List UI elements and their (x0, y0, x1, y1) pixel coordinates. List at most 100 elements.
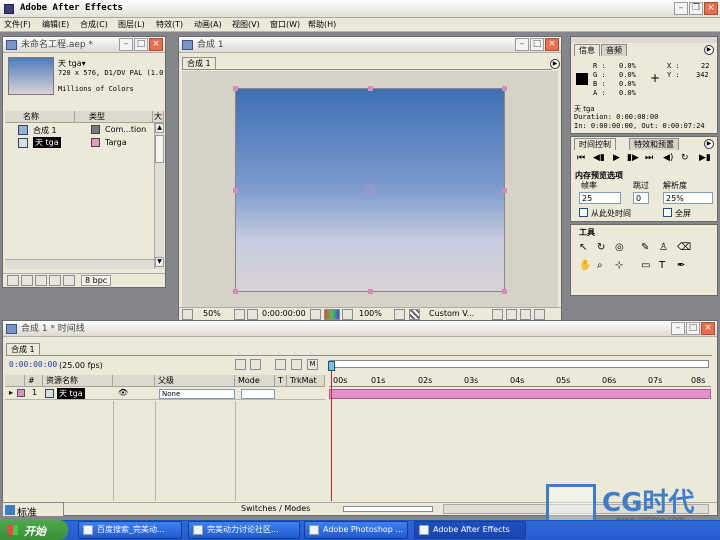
close-button[interactable]: × (704, 2, 718, 15)
play-icon[interactable]: ▶ (613, 153, 620, 163)
orbit-camera-tool-icon[interactable]: ◎ (615, 242, 624, 253)
menu-window[interactable]: 窗口(W) (270, 19, 300, 30)
timeline-close-button[interactable]: × (701, 322, 715, 335)
project-horizontal-scrollbar[interactable] (5, 259, 154, 269)
menu-edit[interactable]: 编辑(E) (42, 19, 69, 30)
menu-layer[interactable]: 图层(L) (118, 19, 145, 30)
layer-duration-bar[interactable] (329, 389, 711, 399)
menu-file[interactable]: 文件(F) (4, 19, 31, 30)
tab-info[interactable]: 信息 (574, 44, 600, 56)
rotation-tool-icon[interactable]: ↻ (597, 242, 605, 253)
timeline-maximize-button[interactable]: □ (686, 322, 700, 335)
tab-effects-presets[interactable]: 特效和预置 (629, 138, 679, 150)
selection-handle[interactable] (368, 289, 373, 294)
next-frame-icon[interactable]: ▮▶ (627, 153, 639, 163)
expand-arrow-icon[interactable]: ▸ (9, 388, 13, 397)
motion-blur-icon[interactable] (291, 359, 302, 370)
channel-icon[interactable] (324, 309, 340, 320)
tab-audio[interactable]: 音频 (601, 44, 627, 56)
comp-marker-icon[interactable] (235, 359, 246, 370)
switches-modes-toggle[interactable]: Switches / Modes (241, 504, 310, 513)
taskbar-item-forum[interactable]: 完美动力讨论社区... (188, 521, 300, 539)
menu-effect[interactable]: 特效(T) (156, 19, 183, 30)
selection-handle[interactable] (233, 289, 238, 294)
loop-icon[interactable]: ↻ (681, 153, 689, 163)
col-trkmat-header[interactable]: TrkMat (287, 375, 325, 387)
table-row[interactable]: ▸ 1 天 tga 👁 None (5, 388, 325, 400)
snapshot-icon[interactable] (247, 309, 258, 320)
selection-handle[interactable] (502, 86, 507, 91)
comp-minimize-button[interactable]: – (515, 38, 529, 51)
time-ruler[interactable]: 00s 01s 02s 03s 04s 05s 06s 07s 08s (329, 375, 711, 387)
zoom-slider[interactable] (343, 506, 433, 512)
col-name-header[interactable]: 名称 (5, 111, 75, 123)
current-time-display[interactable]: 0:00:00:00 (262, 309, 306, 318)
eraser-tool-icon[interactable]: ⌫ (677, 242, 691, 253)
comp-options-icon[interactable]: ▶ (550, 59, 560, 69)
col-mode-header[interactable]: Mode (235, 375, 275, 387)
col-parent-header[interactable]: 父级 (155, 375, 235, 387)
region-of-interest-icon[interactable] (394, 309, 405, 320)
first-frame-icon[interactable]: ⏮ (577, 153, 585, 163)
resolution-dropdown[interactable]: 100% (359, 309, 382, 318)
current-time-indicator[interactable] (331, 361, 332, 501)
minimize-button[interactable]: – (674, 2, 688, 15)
composition-frame[interactable] (233, 86, 507, 294)
col-size-header[interactable]: 大 (153, 111, 164, 123)
project-maximize-button[interactable]: □ (134, 38, 148, 51)
checkerboard-icon[interactable] (409, 309, 420, 320)
timeline-timecode[interactable]: 0:00:00:00 (9, 360, 57, 369)
taskbar-item-photoshop[interactable]: Adobe Photoshop ... (304, 521, 408, 539)
list-item[interactable]: 天 tga Targa (5, 137, 153, 149)
list-item[interactable]: 合成 1 Com...tion (5, 124, 153, 136)
view-layout-icon[interactable] (492, 309, 503, 320)
zoom-dropdown[interactable]: 50% (203, 309, 221, 318)
pan-behind-tool-icon[interactable]: ⊹ (615, 260, 623, 271)
flowchart-icon[interactable] (534, 309, 545, 320)
brush-tool-icon[interactable]: ✎ (641, 242, 649, 253)
find-icon[interactable] (7, 275, 19, 286)
draft-3d-icon[interactable]: M (307, 359, 318, 370)
last-frame-icon[interactable]: ⏭ (645, 153, 653, 163)
pen-tool-icon[interactable]: ✒ (677, 260, 685, 271)
from-current-time-checkbox[interactable] (579, 208, 588, 217)
menu-composition[interactable]: 合成(C) (80, 19, 108, 30)
comp-close-button[interactable]: × (545, 38, 559, 51)
camera-icon[interactable] (310, 309, 321, 320)
selection-handle[interactable] (502, 188, 507, 193)
taskbar-item-baidu[interactable]: 百度搜索_完美动... (78, 521, 182, 539)
fullscreen-checkbox[interactable] (663, 208, 672, 217)
restore-button[interactable]: ❐ (689, 2, 703, 15)
col-t-header[interactable]: T (275, 375, 287, 387)
selection-handle[interactable] (233, 188, 238, 193)
layer-label-swatch[interactable] (17, 389, 25, 397)
frame-rate-select[interactable]: 25 (579, 192, 621, 204)
text-tool-icon[interactable]: T (659, 260, 665, 271)
anchor-point-icon[interactable] (365, 185, 374, 194)
rectangle-mask-tool-icon[interactable]: ▭ (641, 260, 650, 271)
layer-name[interactable]: 天 tga (57, 388, 85, 399)
tab-comp-1[interactable]: 合成 1 (182, 57, 216, 69)
clone-stamp-tool-icon[interactable]: ♙ (659, 242, 668, 253)
frame-blending-icon[interactable] (275, 359, 286, 370)
taskbar-item-after-effects[interactable]: Adobe After Effects (414, 521, 526, 539)
skip-input[interactable]: 0 (633, 192, 649, 204)
interpret-footage-icon[interactable] (49, 275, 61, 286)
menu-help[interactable]: 帮助(H) (308, 19, 336, 30)
start-button[interactable]: 开始 (0, 520, 68, 540)
menu-animation[interactable]: 动画(A) (194, 19, 222, 30)
parent-select[interactable]: None (159, 389, 235, 399)
selection-handle[interactable] (368, 86, 373, 91)
always-preview-icon[interactable] (182, 309, 193, 320)
resolution-select[interactable]: 25% (663, 192, 713, 204)
col-num-header[interactable]: # (25, 375, 43, 387)
shy-layers-icon[interactable] (250, 359, 261, 370)
transparency-icon[interactable] (342, 309, 353, 320)
selection-handle[interactable] (502, 289, 507, 294)
project-vertical-scrollbar[interactable]: ▲ ▼ (154, 123, 164, 269)
current-time-indicator-head[interactable] (328, 361, 335, 371)
preview-item-name[interactable]: 天 tga▾ (58, 58, 86, 69)
comp-maximize-button[interactable]: □ (530, 38, 544, 51)
audio-icon[interactable]: ◀) (663, 153, 673, 163)
safe-zones-icon[interactable] (234, 309, 245, 320)
